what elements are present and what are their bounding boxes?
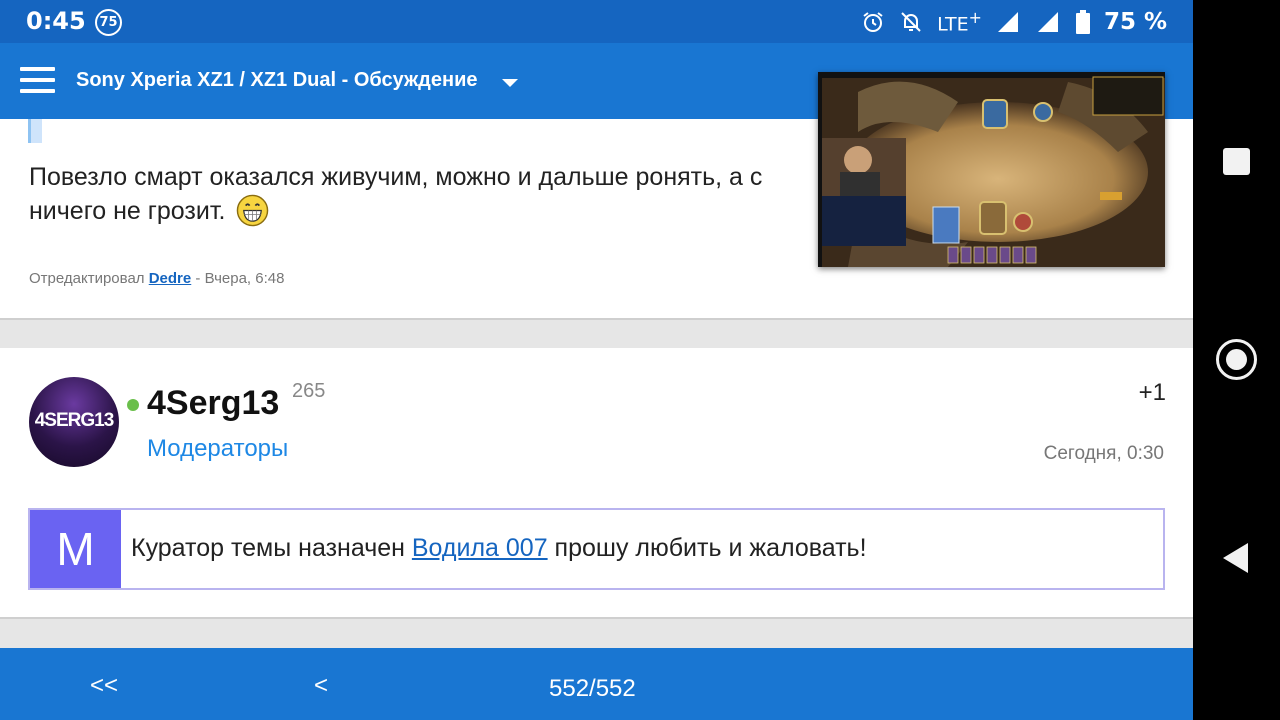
status-icons: LTE+ 75 % xyxy=(861,7,1167,37)
game-video-frame xyxy=(818,72,1165,267)
prev-page-button[interactable]: < xyxy=(314,672,328,700)
page-indicator[interactable]: 552/552 xyxy=(549,675,636,703)
system-nav-bar xyxy=(1193,0,1280,720)
grin-smiley-icon xyxy=(237,194,269,227)
status-time: 0:45 xyxy=(26,7,86,35)
video-overlay[interactable] xyxy=(818,72,1165,267)
moderator-text: Куратор темы назначен Водила 007 прошу л… xyxy=(131,534,867,562)
battery-percent: 75 % xyxy=(1103,9,1167,35)
home-icon[interactable] xyxy=(1216,339,1257,380)
pagination-bar: << < 552/552 xyxy=(0,648,1193,720)
post: 4SERG13 4Serg13 265 Модераторы +1 Сегодн… xyxy=(0,348,1193,619)
moderator-message: M Куратор темы назначен Водила 007 прошу… xyxy=(28,508,1165,590)
edited-user-link[interactable]: Dedre xyxy=(149,270,192,287)
edited-info: Отредактировал Dedre - Вчера, 6:48 xyxy=(29,270,285,287)
status-bar: 0:45 75 LTE+ 75 % xyxy=(0,0,1193,43)
signal-icon-2 xyxy=(1037,12,1058,32)
post-time: Сегодня, 0:30 xyxy=(1043,443,1164,464)
reputation-count[interactable]: 265 xyxy=(292,380,325,403)
alarm-icon xyxy=(863,12,883,32)
recents-icon[interactable] xyxy=(1223,148,1250,175)
post-author[interactable]: 4Serg13 xyxy=(147,384,279,423)
user-group: Модераторы xyxy=(147,435,289,462)
online-indicator xyxy=(127,399,139,411)
back-icon[interactable] xyxy=(1223,543,1248,573)
notifications-off-icon xyxy=(901,12,921,32)
notification-badge: 75 xyxy=(95,9,122,36)
first-page-button[interactable]: << xyxy=(90,672,118,700)
signal-icon xyxy=(997,12,1018,32)
network-type: LTE+ xyxy=(937,8,982,36)
plus-button[interactable]: +1 xyxy=(1139,379,1166,407)
menu-icon[interactable] xyxy=(20,67,55,93)
topic-title[interactable]: Sony Xperia XZ1 / XZ1 Dual - Обсуждение xyxy=(76,69,477,92)
curator-link[interactable]: Водила 007 xyxy=(412,534,548,562)
battery-icon xyxy=(1075,10,1090,34)
post-text: Повезло смарт оказался живучим, можно и … xyxy=(29,163,763,227)
quote-block xyxy=(28,119,42,143)
moderator-badge: M xyxy=(30,510,121,588)
avatar[interactable]: 4SERG13 xyxy=(29,377,119,467)
chevron-down-icon[interactable] xyxy=(502,79,518,87)
